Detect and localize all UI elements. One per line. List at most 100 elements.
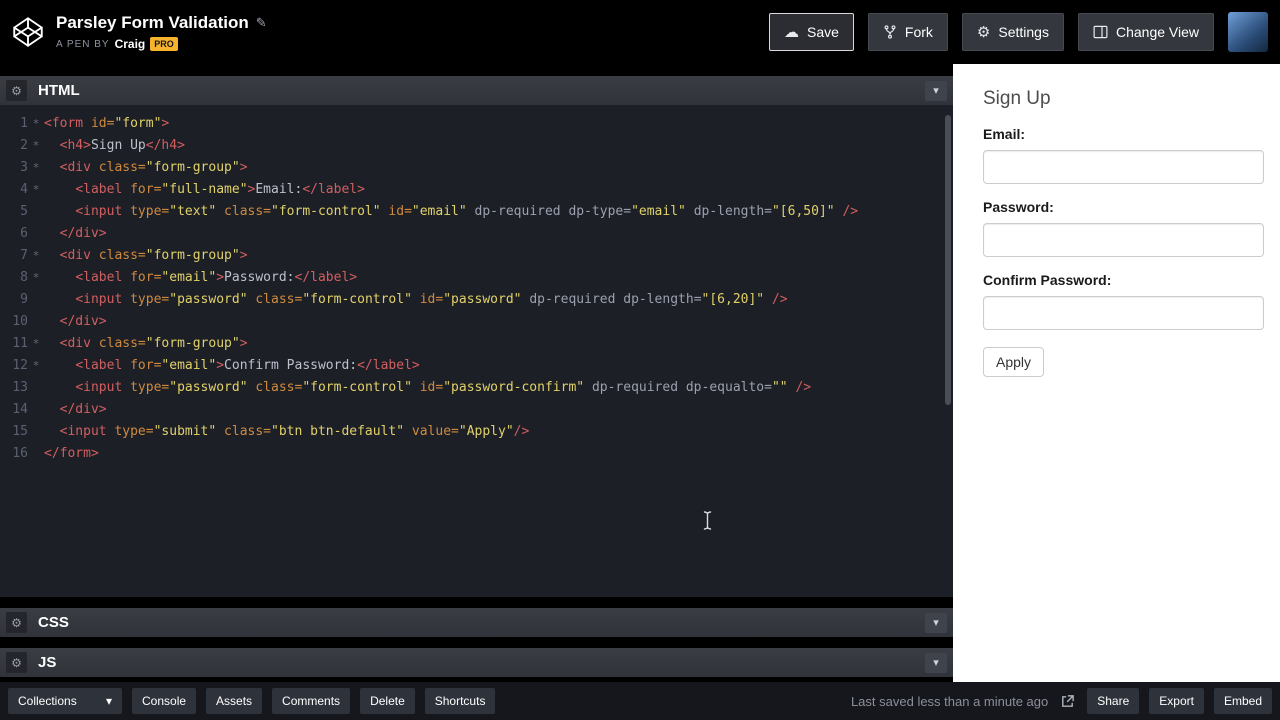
code-text: <label for="email">Confirm Password:</la…: [75, 358, 420, 373]
line-number: 13: [12, 380, 28, 395]
line-number: 10: [12, 314, 28, 329]
css-collapse-chevron-icon[interactable]: ▾: [925, 612, 947, 633]
line-number: 2: [20, 138, 28, 153]
code-text: <input type="text" class="form-control" …: [75, 204, 859, 219]
code-text: <label for="email">Password:</label>: [75, 270, 358, 285]
code-line[interactable]: 16 </form>: [0, 443, 953, 465]
line-number: 14: [12, 402, 28, 417]
css-panel-title: CSS: [38, 614, 69, 631]
code-line[interactable]: 9 <input type="password" class="form-con…: [0, 289, 953, 311]
code-line[interactable]: 12 * <label for="email">Confirm Password:…: [0, 355, 953, 377]
edit-pencil-icon[interactable]: ✎: [256, 15, 267, 31]
save-button-label: Save: [807, 24, 839, 40]
fold-marker-icon[interactable]: *: [28, 355, 44, 377]
code-text: <h4>Sign Up</h4>: [59, 138, 185, 153]
field-label: Password:: [983, 199, 1054, 215]
export-button[interactable]: Export: [1149, 688, 1204, 714]
css-settings-gear-icon[interactable]: ⚙: [6, 612, 27, 633]
change-view-button[interactable]: Change View: [1077, 13, 1214, 51]
codepen-logo-icon[interactable]: [12, 16, 44, 48]
footer-left-buttons: Console Assets Comments Delete Shortcuts: [132, 688, 496, 714]
fold-marker-icon[interactable]: *: [28, 135, 44, 157]
line-number: 8: [20, 270, 28, 285]
line-number: 4: [20, 182, 28, 197]
email-input[interactable]: [983, 150, 1264, 184]
embed-button[interactable]: Embed: [1213, 688, 1272, 714]
user-avatar[interactable]: [1228, 12, 1268, 52]
code-text: </div>: [59, 402, 107, 417]
html-settings-gear-icon[interactable]: ⚙: [6, 80, 27, 101]
code-line[interactable]: 15 <input type="submit" class="btn btn-d…: [0, 421, 953, 443]
fold-marker-icon: [28, 289, 44, 311]
code-text: </div>: [59, 226, 107, 241]
line-number: 15: [12, 424, 28, 439]
code-line[interactable]: 14 </div>: [0, 399, 953, 421]
js-panel-header[interactable]: ⚙ JS ▾: [0, 648, 953, 677]
layout-view-icon: [1093, 25, 1108, 39]
fold-marker-icon[interactable]: *: [28, 333, 44, 355]
css-panel-header[interactable]: ⚙ CSS ▾: [0, 608, 953, 637]
code-text: <div class="form-group">: [59, 248, 248, 263]
fold-marker-icon[interactable]: *: [28, 179, 44, 201]
comments-button[interactable]: Comments: [272, 688, 351, 714]
code-line[interactable]: 5 <input type="text" class="form-control…: [0, 201, 953, 223]
fold-marker-icon: [28, 421, 44, 443]
apply-button[interactable]: Apply: [983, 347, 1045, 377]
confirm-password-input[interactable]: [983, 296, 1264, 330]
assets-button[interactable]: Assets: [206, 688, 263, 714]
settings-button[interactable]: ⚙ Settings: [961, 13, 1064, 51]
code-line[interactable]: 11 * <div class="form-group">: [0, 333, 953, 355]
collections-dropdown[interactable]: Collections ▾: [8, 688, 122, 714]
line-number: 1: [20, 116, 28, 131]
fold-marker-icon[interactable]: *: [28, 267, 44, 289]
code-line[interactable]: 10 </div>: [0, 311, 953, 333]
fork-icon: [883, 24, 897, 40]
editor-scrollbar[interactable]: [945, 115, 951, 405]
code-line[interactable]: 6 </div>: [0, 223, 953, 245]
js-collapse-chevron-icon[interactable]: ▾: [925, 652, 947, 673]
fold-marker-icon[interactable]: *: [28, 157, 44, 179]
collections-label: Collections: [18, 694, 77, 708]
form-field-group: Confirm Password:: [983, 272, 1264, 330]
author-link[interactable]: Craig: [115, 37, 146, 51]
code-text: </div>: [59, 314, 107, 329]
code-line[interactable]: 3 * <div class="form-group">: [0, 157, 953, 179]
code-line[interactable]: 7 * <div class="form-group">: [0, 245, 953, 267]
share-button[interactable]: Share: [1087, 688, 1140, 714]
code-line[interactable]: 2 * <h4>Sign Up</h4>: [0, 135, 953, 157]
code-line[interactable]: 13 <input type="password" class="form-co…: [0, 377, 953, 399]
console-button[interactable]: Console: [132, 688, 197, 714]
delete-button[interactable]: Delete: [360, 688, 415, 714]
fork-button[interactable]: Fork: [867, 13, 948, 51]
external-link-icon[interactable]: [1060, 694, 1075, 709]
html-collapse-chevron-icon[interactable]: ▾: [925, 80, 947, 101]
change-view-button-label: Change View: [1115, 24, 1199, 40]
code-text: <form id="form">: [44, 116, 170, 131]
html-panel-header[interactable]: ⚙ HTML ▾: [0, 76, 953, 105]
code-text: <div class="form-group">: [59, 160, 248, 175]
code-text: <input type="password" class="form-contr…: [75, 292, 788, 307]
save-button[interactable]: ☁ Save: [769, 13, 854, 51]
fold-marker-icon: [28, 399, 44, 421]
line-number: 3: [20, 160, 28, 175]
code-text: <div class="form-group">: [59, 336, 248, 351]
shortcuts-button[interactable]: Shortcuts: [424, 688, 496, 714]
line-number: 5: [20, 204, 28, 219]
settings-button-label: Settings: [998, 24, 1049, 40]
code-line[interactable]: 8 * <label for="email">Password:</label>: [0, 267, 953, 289]
js-settings-gear-icon[interactable]: ⚙: [6, 652, 27, 673]
html-code-editor[interactable]: 1 * <form id="form"> 2 * <h4>Sign Up</h4> 3 * …: [0, 105, 953, 597]
fold-marker-icon: [28, 311, 44, 333]
fold-marker-icon[interactable]: *: [28, 113, 44, 135]
field-label: Email:: [983, 126, 1026, 142]
preview-form: Email: Password: Confirm Password:: [983, 126, 1264, 330]
html-panel-title: HTML: [38, 82, 80, 99]
code-line[interactable]: 4 * <label for="full-name">Email:</label>: [0, 179, 953, 201]
code-line[interactable]: 1 * <form id="form">: [0, 113, 953, 135]
pen-title-block: Parsley Form Validation ✎ A PEN BY Craig…: [56, 13, 267, 51]
fold-marker-icon[interactable]: *: [28, 245, 44, 267]
code-lines: 1 * <form id="form"> 2 * <h4>Sign Up</h4> 3 * …: [0, 113, 953, 465]
footer-bar: Collections ▾ Console Assets Comments Delet…: [0, 682, 1280, 720]
footer-right-buttons: Share Export Embed: [1087, 688, 1272, 714]
password-input[interactable]: [983, 223, 1264, 257]
